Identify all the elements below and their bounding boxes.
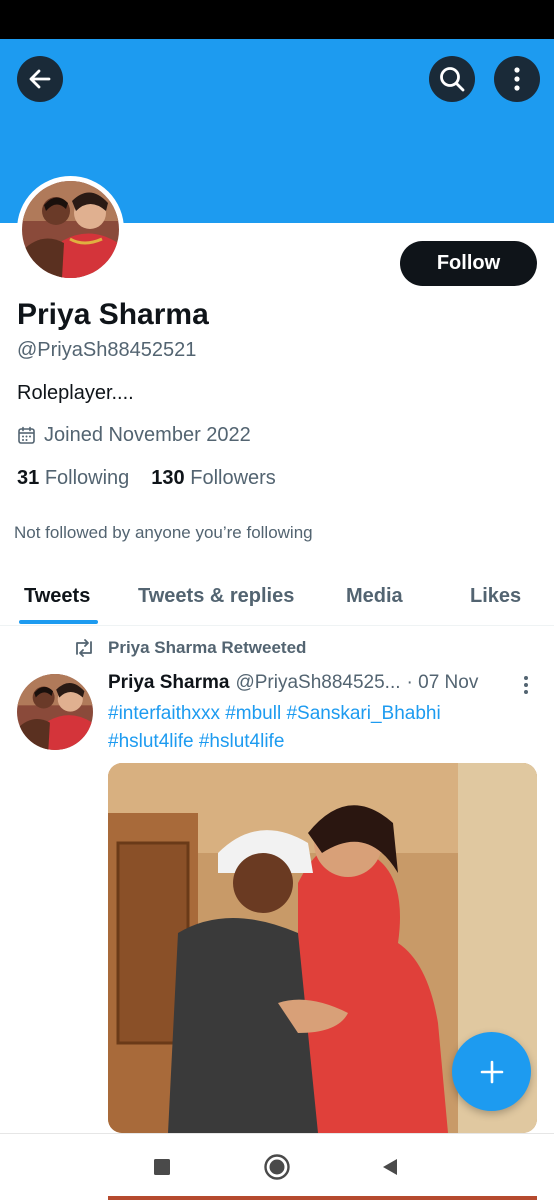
square-icon xyxy=(154,1159,170,1175)
profile-handle: @PriyaSh88452521 xyxy=(17,339,197,361)
back-button[interactable] xyxy=(17,56,63,102)
retweet-context: Priya Sharma Retweeted xyxy=(72,638,306,658)
tweet-more-icon[interactable] xyxy=(518,672,534,698)
plus-icon xyxy=(480,1060,503,1083)
tweet-date: · 07 Nov xyxy=(406,672,479,693)
tab-tweets-and-replies[interactable]: Tweets & replies xyxy=(138,566,294,626)
retweet-icon xyxy=(76,639,92,657)
tweet-author-handle[interactable]: @PriyaSh884525... xyxy=(235,672,400,694)
following-label: Following xyxy=(44,467,130,489)
followers-stat[interactable]: 130 Followers xyxy=(151,467,276,490)
profile-tabs: Tweets Tweets & replies Media Likes xyxy=(0,566,554,626)
joined-date: Joined November 2022 xyxy=(17,424,251,447)
tab-tweets[interactable]: Tweets xyxy=(24,566,90,626)
arrow-left-icon xyxy=(29,69,51,89)
more-options-button[interactable] xyxy=(494,56,540,102)
followers-label: Followers xyxy=(190,467,276,489)
profile-bio: Roleplayer.... xyxy=(17,382,134,404)
profile-display-name: Priya Sharma xyxy=(17,298,209,331)
follow-stats: 31 Following 130 Followers xyxy=(17,467,276,490)
followers-count: 130 xyxy=(151,467,185,489)
next-media-edge xyxy=(108,1196,537,1200)
joined-text: Joined November 2022 xyxy=(44,424,251,446)
retweet-label: Priya Sharma Retweeted xyxy=(108,638,307,657)
tweet-author-name[interactable]: Priya Sharma xyxy=(108,672,229,694)
more-vertical-icon xyxy=(514,67,520,91)
profile-avatar[interactable] xyxy=(17,176,124,283)
avatar-photo xyxy=(22,181,119,278)
back-nav-button[interactable] xyxy=(375,1152,405,1182)
home-button[interactable] xyxy=(262,1152,292,1182)
not-followed-note: Not followed by anyone you’re following xyxy=(14,523,313,542)
tweet-author-avatar[interactable] xyxy=(17,674,93,750)
tweet-text: #interfaithxxx #mbull #Sanskari_Bhabhi #… xyxy=(108,700,528,756)
compose-tweet-button[interactable] xyxy=(452,1032,531,1111)
circle-home-icon xyxy=(264,1154,290,1180)
recent-apps-button[interactable] xyxy=(147,1152,177,1182)
calendar-icon xyxy=(18,426,35,444)
search-button[interactable] xyxy=(429,56,475,102)
tab-media[interactable]: Media xyxy=(346,566,403,626)
following-count: 31 xyxy=(17,467,40,489)
triangle-back-icon xyxy=(383,1159,397,1175)
tweet-header: Priya Sharma @PriyaSh884525... · 07 Nov xyxy=(108,672,518,694)
search-icon xyxy=(440,67,465,92)
follow-button[interactable]: Follow xyxy=(400,241,537,286)
following-stat[interactable]: 31 Following xyxy=(17,467,129,490)
active-tab-indicator xyxy=(19,620,98,624)
tweet-hashtags-line-1[interactable]: #interfaithxxx #mbull #Sanskari_Bhabhi xyxy=(108,700,528,728)
tab-likes[interactable]: Likes xyxy=(470,566,521,626)
tweet-hashtags-line-2[interactable]: #hslut4life #hslut4life xyxy=(108,728,528,756)
status-bar xyxy=(0,0,554,39)
